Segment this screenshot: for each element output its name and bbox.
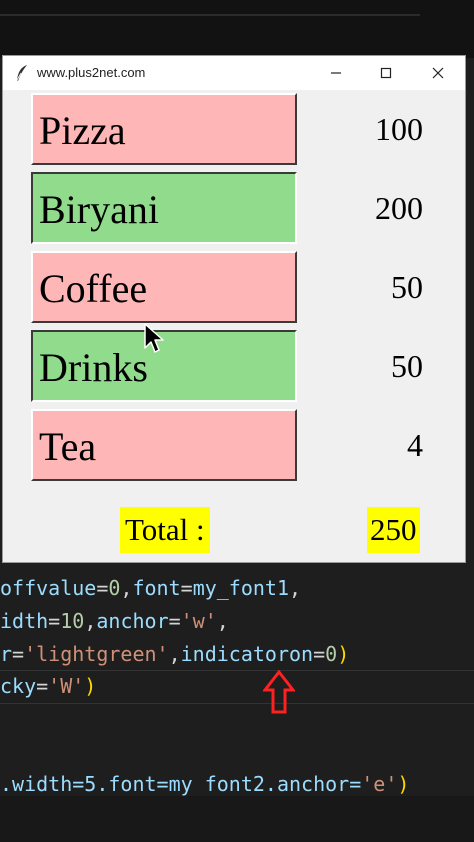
window-title: www.plus2net.com	[37, 65, 146, 80]
editor-status-area	[0, 796, 474, 842]
minimize-icon	[331, 72, 341, 74]
item-toggle-pizza[interactable]: Pizza	[31, 93, 297, 165]
code-line-3: r='lightgreen',indicatoron=0)	[0, 642, 350, 666]
minimize-button[interactable]	[316, 60, 356, 86]
maximize-button[interactable]	[366, 60, 406, 86]
mouse-pointer-icon	[144, 323, 164, 353]
code-line-5: .width=5.font=my font2.anchor='e')	[0, 772, 410, 796]
item-toggle-biryani[interactable]: Biryani	[31, 172, 297, 244]
item-toggle-coffee[interactable]: Coffee	[31, 251, 297, 323]
close-icon	[432, 67, 444, 79]
feather-icon	[16, 65, 27, 81]
code-line-1: offvalue=0,font=my_font1,	[0, 576, 302, 600]
item-toggle-tea[interactable]: Tea	[31, 409, 297, 481]
title-bar[interactable]: www.plus2net.com	[3, 56, 465, 90]
code-line-4: cky='W')	[0, 674, 97, 698]
code-line-2: idth=10,anchor='w',	[0, 609, 229, 633]
up-arrow-icon	[263, 670, 295, 714]
app-window: www.plus2net.com Pizza 100 Biryani 200 C…	[2, 55, 466, 563]
price-drinks: 50	[391, 348, 423, 384]
total-value: 250	[367, 507, 420, 553]
price-pizza: 100	[375, 111, 423, 147]
price-biryani: 200	[375, 190, 423, 226]
background-top-strip	[0, 0, 474, 58]
total-label: Total :	[120, 507, 210, 553]
close-button[interactable]	[418, 60, 458, 86]
price-coffee: 50	[391, 269, 423, 305]
maximize-icon	[380, 67, 392, 79]
price-tea: 4	[407, 427, 423, 463]
